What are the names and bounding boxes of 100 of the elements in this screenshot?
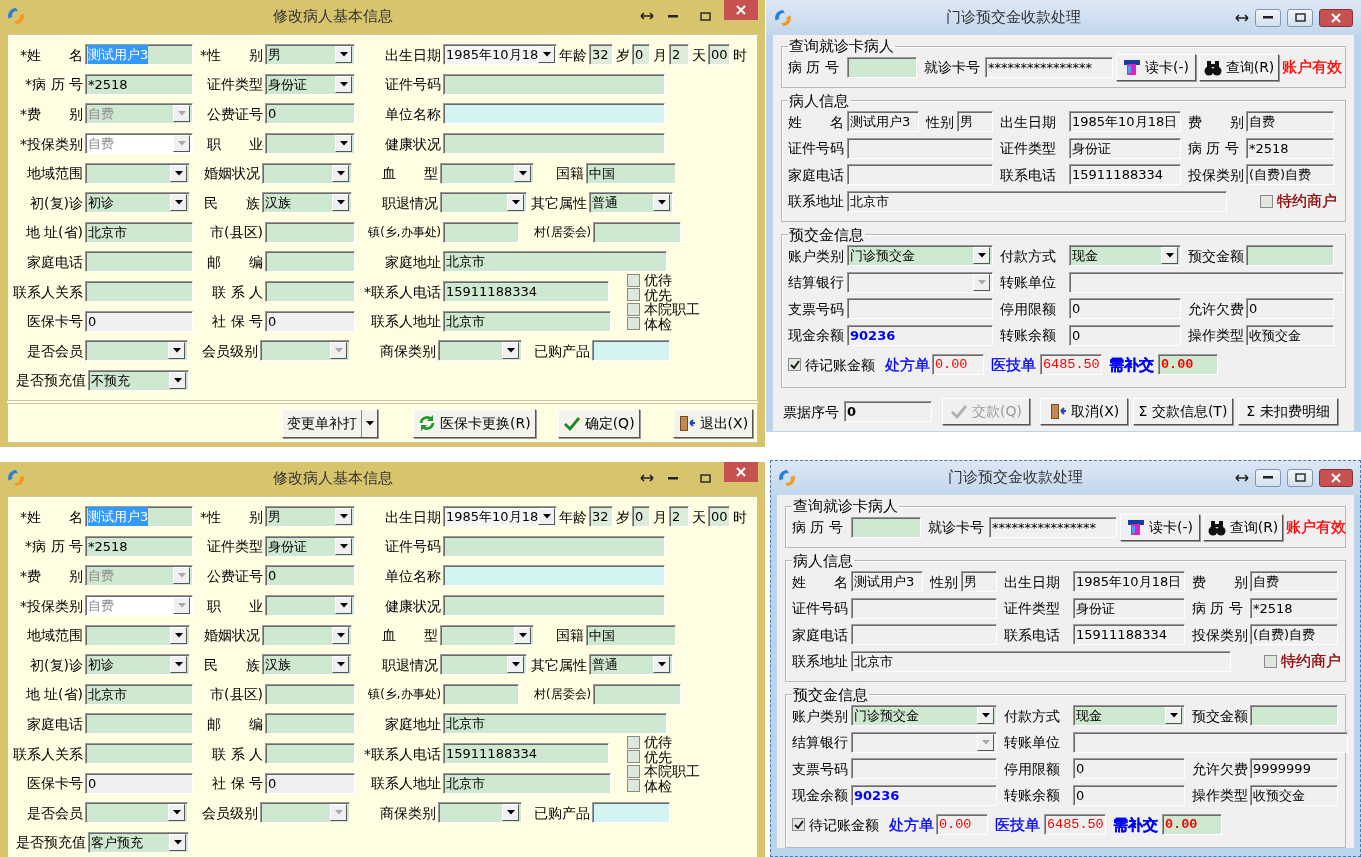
dropdown-field[interactable]: 初诊: [85, 192, 190, 214]
dropdown-field[interactable]: 门诊预交金: [847, 245, 993, 267]
input-field[interactable]: 9999999: [1250, 758, 1338, 780]
input-field[interactable]: *2518: [1246, 137, 1334, 159]
input-field[interactable]: [265, 251, 355, 273]
action-button[interactable]: 医保卡更换(R): [413, 408, 536, 438]
input-field[interactable]: [1250, 705, 1338, 727]
checkbox[interactable]: [627, 302, 640, 316]
input-field[interactable]: [443, 535, 665, 557]
input-field[interactable]: 15911188334: [443, 281, 609, 303]
input-field[interactable]: 0: [265, 310, 355, 332]
maximize-button[interactable]: [1287, 468, 1313, 487]
input-field[interactable]: [265, 281, 355, 303]
input-field[interactable]: 0: [1073, 784, 1185, 806]
input-field[interactable]: 0: [1246, 298, 1334, 320]
input-field[interactable]: *2518: [85, 73, 193, 95]
dropdown-field[interactable]: 身份证: [265, 535, 355, 557]
input-field[interactable]: 身份证: [1073, 597, 1185, 619]
input-field[interactable]: 0: [85, 310, 193, 332]
input-field[interactable]: [443, 683, 519, 705]
dropdown-field[interactable]: [440, 654, 527, 676]
input-field[interactable]: [851, 624, 997, 646]
checkbox[interactable]: [627, 317, 640, 330]
input-field[interactable]: 身份证: [1069, 137, 1181, 159]
input-field[interactable]: 自费: [1250, 571, 1338, 593]
input-field[interactable]: 男: [957, 111, 993, 133]
dropdown-field[interactable]: 普通: [589, 654, 673, 676]
dropdown-field[interactable]: [265, 595, 355, 617]
input-field[interactable]: 15911188334: [443, 743, 609, 765]
close-button[interactable]: [724, 0, 758, 20]
input-field[interactable]: [265, 221, 355, 243]
dropdown-field[interactable]: 现金: [1069, 245, 1181, 267]
input-field[interactable]: 0: [844, 401, 932, 422]
input-field[interactable]: 收预交金: [1246, 324, 1334, 346]
action-button[interactable]: 查询(R): [1199, 53, 1279, 81]
input-field[interactable]: [847, 56, 917, 78]
action-button[interactable]: 确定(Q): [557, 408, 640, 438]
split-button[interactable]: 变更单补打: [282, 408, 378, 438]
input-field[interactable]: 0: [1073, 758, 1185, 780]
dropdown-field[interactable]: [440, 162, 534, 184]
input-field[interactable]: 0.00: [932, 354, 984, 375]
dropdown-field[interactable]: [438, 340, 522, 362]
checkbox[interactable]: [627, 779, 640, 792]
input-field[interactable]: 北京市: [443, 310, 611, 332]
input-field[interactable]: [443, 595, 665, 617]
input-field[interactable]: 男: [961, 571, 997, 593]
dropdown-field[interactable]: 客户预充: [88, 831, 189, 853]
input-field[interactable]: 0: [632, 44, 650, 66]
action-button[interactable]: Σ 未扣费明细: [1238, 398, 1338, 425]
input-field[interactable]: 中国: [586, 162, 676, 184]
input-field[interactable]: [1073, 731, 1348, 753]
input-field[interactable]: [851, 758, 997, 780]
input-field[interactable]: 0: [85, 772, 193, 794]
close-button[interactable]: [1319, 468, 1353, 487]
input-field[interactable]: (自费)自费: [1246, 164, 1334, 186]
input-field[interactable]: [85, 251, 193, 273]
input-field[interactable]: 北京市: [851, 650, 1231, 672]
input-field[interactable]: 00: [708, 44, 730, 66]
input-field[interactable]: 北京市: [443, 713, 667, 735]
input-field[interactable]: 测试用户3: [847, 111, 919, 133]
input-field[interactable]: [851, 516, 921, 538]
action-button[interactable]: 读卡(-): [1120, 513, 1200, 541]
input-field[interactable]: 北京市: [847, 190, 1227, 212]
input-field[interactable]: 6485.50: [1044, 814, 1106, 835]
minimize-button[interactable]: [1255, 8, 1281, 27]
input-field[interactable]: [1069, 271, 1344, 293]
input-field[interactable]: 15911188334: [1069, 164, 1181, 186]
dropdown-field[interactable]: 普通: [589, 192, 673, 214]
input-field[interactable]: [265, 683, 355, 705]
dropdown-field[interactable]: 男: [265, 506, 355, 528]
input-field[interactable]: [85, 713, 193, 735]
input-field[interactable]: [847, 298, 993, 320]
input-field[interactable]: 32: [589, 44, 613, 66]
dropdown-field[interactable]: [85, 802, 188, 824]
input-field[interactable]: 90236: [851, 784, 997, 806]
input-field[interactable]: 北京市: [85, 221, 193, 243]
input-field[interactable]: [593, 221, 681, 243]
maximize-button[interactable]: [1287, 8, 1313, 27]
close-button[interactable]: [1319, 8, 1353, 27]
input-field[interactable]: [443, 221, 519, 243]
input-field[interactable]: 0: [632, 506, 650, 528]
input-field[interactable]: [593, 683, 681, 705]
input-field[interactable]: 0: [265, 772, 355, 794]
input-field[interactable]: [265, 743, 355, 765]
input-field[interactable]: [85, 743, 193, 765]
action-button[interactable]: 查询(R): [1203, 513, 1283, 541]
dropdown-field[interactable]: [438, 802, 522, 824]
input-field[interactable]: 中国: [586, 624, 676, 646]
checkbox[interactable]: [1264, 654, 1277, 668]
input-field[interactable]: [847, 164, 993, 186]
dropdown-field[interactable]: 不预充: [88, 369, 189, 391]
input-field[interactable]: 北京市: [443, 772, 611, 794]
dropdown-field[interactable]: [85, 624, 190, 646]
input-field[interactable]: 北京市: [85, 683, 193, 705]
input-field[interactable]: 0: [265, 103, 355, 125]
dropdown-field[interactable]: 汉族: [262, 654, 352, 676]
input-field[interactable]: [592, 802, 670, 824]
dropdown-field[interactable]: [262, 162, 352, 184]
action-button[interactable]: 退出(X): [672, 408, 754, 438]
input-field[interactable]: [443, 73, 665, 95]
